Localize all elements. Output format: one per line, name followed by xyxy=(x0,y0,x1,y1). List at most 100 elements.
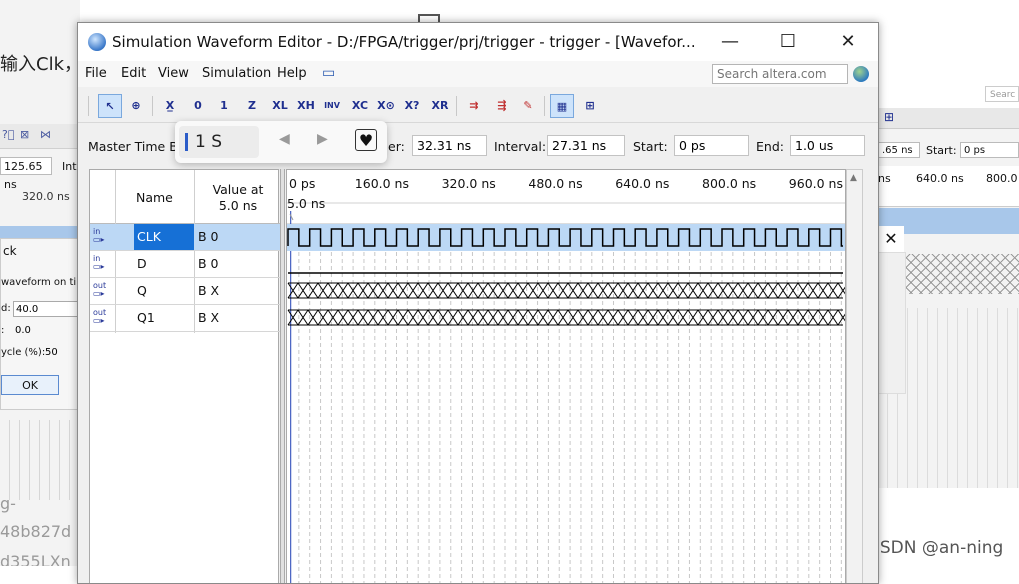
arbitrary-value-icon[interactable]: X? xyxy=(400,94,424,118)
background-window-left: 输入Clk， ?⃞ ⊠ ⋈ 125.65 ns Int 320.0 ns ck … xyxy=(0,0,80,566)
output-pin-icon: out ▭▸ xyxy=(93,308,107,325)
popup-value: 1 S xyxy=(195,132,223,152)
node-row[interactable]: out ▭▸ Q1 B X xyxy=(90,305,280,332)
node-name: Q1 xyxy=(137,310,155,325)
select-tool-icon[interactable]: ↖ xyxy=(98,94,122,118)
background-toolbar-right xyxy=(878,108,1019,129)
background-search: Searc xyxy=(985,86,1019,102)
window-title: Simulation Waveform Editor - D:/FPGA/tri… xyxy=(112,33,696,51)
snap-to-grid-icon[interactable]: ▦ xyxy=(550,94,574,118)
offset-row: : xyxy=(1,323,79,337)
next-button[interactable]: ▶ xyxy=(317,131,328,147)
duty-cycle-label: ycle (%): xyxy=(1,347,46,358)
node-name: D xyxy=(137,256,147,271)
node-row[interactable]: in ▭▸ CLK B 0 xyxy=(90,224,280,251)
start-field[interactable] xyxy=(674,135,749,156)
ruler-tick-label: 800.0 ns xyxy=(702,176,756,191)
group-icon[interactable]: ⊞ xyxy=(578,94,602,118)
high-impedance-icon[interactable]: Z xyxy=(240,94,264,118)
media-popup: 1 S ◀ ▶ ♥ xyxy=(175,121,387,163)
period-field[interactable] xyxy=(13,301,80,317)
toolbar-separator xyxy=(152,96,153,116)
background-panel xyxy=(878,252,906,394)
value-header-time: 5.0 ns xyxy=(218,198,258,213)
simulation-waveform-editor-window: Simulation Waveform Editor - D:/FPGA/tri… xyxy=(77,22,879,584)
maximize-button[interactable]: ☐ xyxy=(768,27,808,57)
node-value: B 0 xyxy=(198,229,219,244)
functional-simulation-icon[interactable]: ⇉ xyxy=(462,94,486,118)
waveform-canvas[interactable]: 0 ps 160.0 ns 320.0 ns 480.0 ns 640.0 ns 800.… xyxy=(287,170,845,584)
q1-waveform xyxy=(287,309,845,326)
invert-icon[interactable]: INV xyxy=(320,94,344,118)
menu-bar: File Edit View Simulation Help ▭ xyxy=(78,61,878,87)
timing-simulation-icon[interactable]: ⇶ xyxy=(490,94,514,118)
value-column-header[interactable]: Value at 5.0 ns xyxy=(196,182,280,214)
previous-button[interactable]: ◀ xyxy=(279,131,290,147)
pointer-label: er: xyxy=(388,139,405,154)
end-field[interactable] xyxy=(790,135,865,156)
node-row[interactable]: in ▭▸ D B 0 xyxy=(90,251,280,278)
search-input[interactable] xyxy=(712,64,848,84)
menu-help[interactable]: Help xyxy=(277,66,307,81)
scroll-up-icon[interactable]: ▲ xyxy=(850,173,857,183)
menu-view[interactable]: View xyxy=(158,66,189,81)
zoom-tool-icon[interactable]: ⊕ xyxy=(124,94,148,118)
ok-button[interactable]: OK xyxy=(1,375,59,395)
background-tick: 800.0 xyxy=(986,172,1018,185)
ruler-tick-label: 480.0 ns xyxy=(528,176,582,191)
weak-low-icon[interactable]: XL xyxy=(268,94,292,118)
clock-dialog: ck waveform on time d: : ycle (%): OK xyxy=(0,238,80,410)
menu-file[interactable]: File xyxy=(85,66,107,81)
background-blur-text: g- xyxy=(0,494,16,513)
node-value: B X xyxy=(198,310,220,325)
node-list: Name Value at 5.0 ns in ▭▸ CLK B 0 in ▭▸ D… xyxy=(89,169,280,583)
random-values-icon[interactable]: XR xyxy=(428,94,452,118)
node-row[interactable]: out ▭▸ Q B X xyxy=(90,278,280,305)
count-value-icon[interactable]: XC xyxy=(348,94,372,118)
force-high-icon[interactable]: 1 xyxy=(212,94,236,118)
name-column-header[interactable]: Name xyxy=(136,190,173,205)
sim-icon: ⋈ xyxy=(40,128,51,141)
node-value: B X xyxy=(198,283,220,298)
uninitialized-icon[interactable]: X̲ xyxy=(158,94,182,118)
app-icon xyxy=(88,33,106,51)
menu-simulation[interactable]: Simulation xyxy=(202,66,271,81)
heart-icon[interactable]: ♥ xyxy=(355,129,377,151)
clock-dialog-title: ck xyxy=(3,244,17,258)
duty-cycle-field[interactable] xyxy=(43,345,77,359)
background-tick: 640.0 ns xyxy=(916,172,964,185)
end-label: End: xyxy=(756,139,784,154)
help-icon: ?⃞ xyxy=(2,128,15,141)
start-label: Start: xyxy=(633,139,668,154)
background-field: 125.65 ns xyxy=(0,157,52,191)
background-start-label: Start: xyxy=(926,144,957,157)
popup-indicator xyxy=(185,133,188,151)
menu-edit[interactable]: Edit xyxy=(121,66,146,81)
background-tick: 320.0 ns xyxy=(22,190,70,203)
globe-icon[interactable] xyxy=(853,66,869,82)
pane-splitter[interactable] xyxy=(280,169,285,583)
clock-icon[interactable]: X⊙ xyxy=(374,94,398,118)
minimize-button[interactable]: — xyxy=(710,27,750,57)
background-text: 输入Clk， xyxy=(0,54,80,75)
weak-high-icon[interactable]: XH xyxy=(294,94,318,118)
time-marker-label: 5.0 ns xyxy=(287,196,325,211)
q-waveform xyxy=(287,282,845,299)
toolbar-separator xyxy=(88,96,89,116)
signal-waveforms xyxy=(287,224,845,326)
selected-row-highlight xyxy=(287,224,845,251)
offset-field[interactable] xyxy=(13,323,79,337)
offset-label: : xyxy=(1,325,5,336)
pointer-field[interactable] xyxy=(412,135,487,156)
close-icon[interactable]: ✕ xyxy=(878,226,904,252)
interval-field[interactable] xyxy=(547,135,625,156)
force-low-icon[interactable]: 0 xyxy=(186,94,210,118)
waveform-area[interactable]: 0 ps 160.0 ns 320.0 ns 480.0 ns 640.0 ns 800.… xyxy=(286,169,846,584)
edit-simulation-icon[interactable]: ✎ xyxy=(516,94,540,118)
close-button[interactable]: ✕ xyxy=(828,27,868,57)
vertical-scrollbar[interactable]: ▲ xyxy=(846,169,863,583)
background-grid xyxy=(0,420,80,500)
chat-icon[interactable]: ▭ xyxy=(322,65,335,81)
ruler-tick-label: 0 ps xyxy=(289,176,315,191)
background-blur-text: 48b827d xyxy=(0,522,72,541)
